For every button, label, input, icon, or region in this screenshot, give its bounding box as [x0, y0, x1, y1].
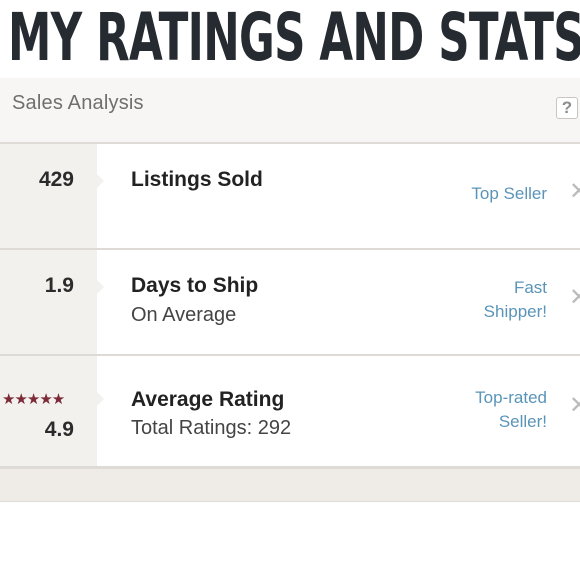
row-pointer-arrow [97, 280, 104, 294]
help-button[interactable]: ? [556, 97, 578, 119]
stat-title: Listings Sold [131, 168, 263, 191]
star-rating-icon: ★★★★★ [2, 391, 65, 408]
banner: MY RATINGS AND STATS [0, 0, 580, 78]
badge-line: Shipper! [483, 302, 547, 321]
stat-row-listings-sold: 429 Listings Sold Top Seller ✕ [0, 144, 580, 250]
stat-row-days-to-ship: 1.9 Days to Ship On Average Fast Shipper… [0, 250, 580, 356]
stat-value-cell [0, 144, 97, 248]
close-icon[interactable]: ✕ [569, 286, 580, 310]
close-icon[interactable]: ✕ [569, 394, 580, 418]
panel-footer [0, 468, 580, 502]
stat-value-cell [0, 250, 97, 354]
banner-title: MY RATINGS AND STATS [8, 0, 580, 76]
row-pointer-arrow [97, 392, 104, 406]
close-icon[interactable]: ✕ [569, 180, 580, 204]
stat-value: 429 [38, 168, 74, 191]
stat-value: 1.9 [44, 274, 74, 297]
stat-badge: Top-rated Seller! [475, 386, 547, 434]
stat-row-average-rating: ★★★★★ 4.9 Average Rating Total Ratings: … [0, 356, 580, 468]
stat-subtitle: On Average [131, 304, 237, 326]
stat-badge: Top Seller [471, 182, 547, 206]
stat-title: Days to Ship [131, 274, 259, 297]
badge-line: Top Seller [471, 184, 547, 203]
stat-value: 4.9 [44, 418, 74, 441]
panel-title: Sales Analysis [12, 92, 144, 114]
stat-title: Average Rating [131, 388, 285, 411]
stat-value-cell [0, 356, 97, 466]
panel-header: Sales Analysis ? [0, 78, 580, 144]
row-pointer-arrow [97, 174, 104, 188]
badge-line: Fast [513, 278, 547, 297]
badge-line: Seller! [498, 412, 547, 431]
stat-badge: Fast Shipper! [484, 276, 547, 324]
badge-line: Top-rated [475, 388, 547, 407]
stat-subtitle: Total Ratings: 292 [131, 417, 292, 439]
